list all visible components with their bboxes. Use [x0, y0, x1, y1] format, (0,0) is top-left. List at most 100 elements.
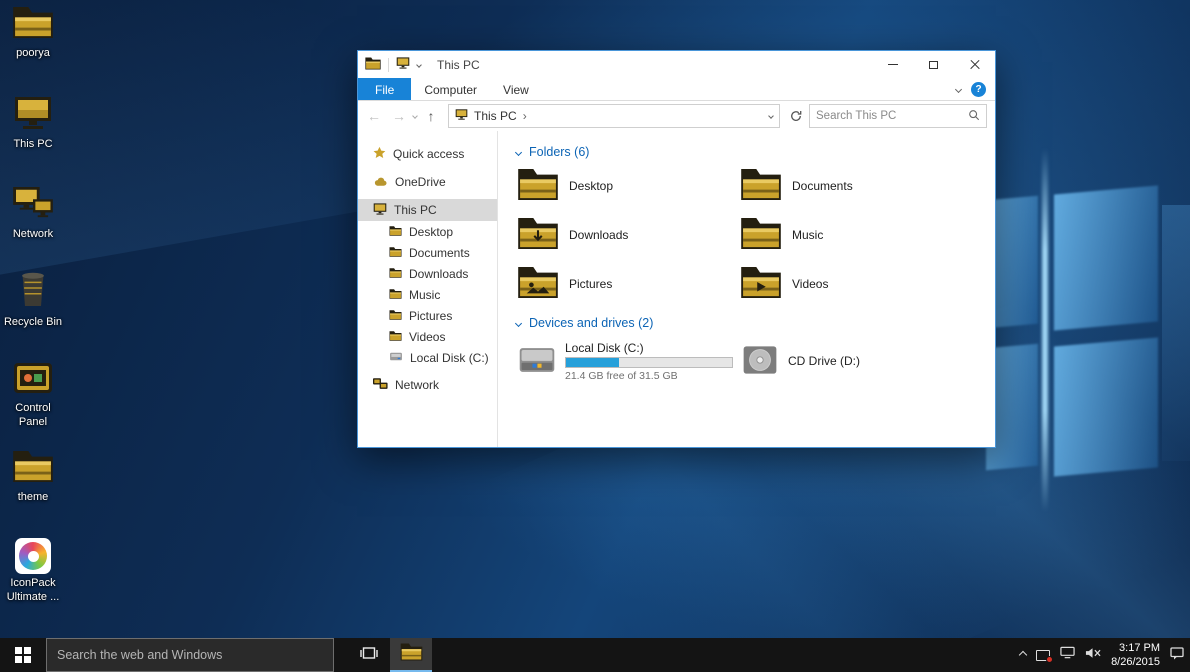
nav-item-music[interactable]: Music [358, 284, 497, 305]
star-icon [373, 146, 386, 162]
drive-tile-local-disk[interactable]: Local Disk (C:) 21.4 GB free of 31.5 GB [514, 339, 737, 383]
nav-item-quick-access[interactable]: Quick access [358, 143, 497, 165]
breadcrumb-chevron[interactable]: › [523, 109, 527, 123]
task-view-button[interactable] [348, 638, 390, 672]
folder-icon [517, 266, 559, 302]
maximize-button[interactable] [913, 51, 954, 78]
nav-item-onedrive[interactable]: OneDrive [358, 171, 497, 193]
folder-tile-music[interactable]: Music [737, 217, 960, 253]
network-icon [12, 186, 54, 225]
address-bar-row: ← → ↑ This PC › [358, 101, 995, 131]
desktop-icon-label: theme [18, 491, 49, 505]
minimize-button[interactable] [872, 51, 913, 78]
nav-label: Quick access [393, 147, 464, 161]
nav-label: Videos [409, 330, 445, 344]
system-tray: 3:17 PM 8/26/2015 [1020, 638, 1190, 672]
address-location[interactable]: This PC [474, 109, 517, 123]
group-header-folders[interactable]: Folders (6) [516, 145, 995, 159]
forward-button[interactable]: → [388, 105, 410, 127]
nav-item-this-pc[interactable]: This PC [358, 199, 497, 221]
desktop-icon-network[interactable]: Network [2, 186, 64, 242]
volume-muted-icon[interactable] [1085, 646, 1101, 664]
folders-grid: Desktop Documents Downloads Music Pictur… [514, 168, 995, 302]
tab-computer[interactable]: Computer [411, 78, 490, 100]
recycle-bin-icon [16, 270, 50, 313]
tab-file[interactable]: File [358, 78, 411, 100]
gold-folder-icon [12, 6, 54, 44]
drive-label: Local Disk (C:) [565, 341, 733, 355]
hidden-icons-chevron-icon[interactable] [1019, 651, 1027, 659]
gold-folder-icon [12, 450, 54, 488]
nav-item-network[interactable]: Network [358, 374, 497, 396]
address-bar[interactable]: This PC › [448, 104, 780, 128]
nav-item-local-disk[interactable]: Local Disk (C:) [358, 347, 497, 368]
qat-computer-icon[interactable] [396, 57, 410, 72]
up-button[interactable]: ↑ [420, 105, 442, 127]
tray-status-icon[interactable] [1036, 650, 1050, 661]
recent-locations-icon[interactable] [412, 113, 418, 119]
tray-network-icon[interactable] [1060, 646, 1075, 664]
taskbar-search-input[interactable] [57, 648, 323, 662]
folder-icon [740, 168, 782, 204]
nav-item-videos[interactable]: Videos [358, 326, 497, 347]
windows-logo-icon [15, 647, 31, 663]
desktop-icon-recycle-bin[interactable]: Recycle Bin [2, 270, 64, 330]
nav-item-desktop[interactable]: Desktop [358, 221, 497, 242]
taskbar-clock[interactable]: 3:17 PM 8/26/2015 [1111, 641, 1160, 670]
folder-icon [740, 217, 782, 253]
address-dropdown-icon[interactable] [769, 114, 773, 118]
folder-tile-documents[interactable]: Documents [737, 168, 960, 204]
title-bar[interactable]: This PC [358, 51, 995, 78]
cloud-icon [373, 175, 388, 190]
drive-tile-cd[interactable]: CD Drive (D:) [737, 339, 960, 383]
desktop-icon-this-pc[interactable]: This PC [2, 96, 64, 152]
explorer-search-box[interactable] [809, 104, 987, 128]
explorer-search-input[interactable] [816, 110, 964, 122]
taskbar-search-box[interactable] [46, 638, 334, 672]
clock-date: 8/26/2015 [1111, 655, 1160, 669]
tile-label: Documents [792, 179, 853, 193]
folder-tile-videos[interactable]: Videos [737, 266, 960, 302]
nav-label: Desktop [409, 225, 453, 239]
tab-view[interactable]: View [490, 78, 542, 100]
nav-label: Documents [409, 246, 470, 260]
help-icon[interactable]: ? [971, 82, 986, 97]
refresh-icon[interactable] [786, 105, 806, 127]
folder-icon [389, 330, 402, 344]
group-title: Folders (6) [529, 145, 589, 159]
wallpaper-light-edge [1042, 148, 1048, 512]
disk-icon [389, 351, 403, 365]
taskbar: 3:17 PM 8/26/2015 [0, 638, 1190, 672]
folder-icon [517, 217, 559, 253]
back-button[interactable]: ← [363, 105, 385, 127]
folder-icon [389, 246, 402, 260]
collapse-group-icon [515, 319, 522, 326]
folder-tile-downloads[interactable]: Downloads [514, 217, 737, 253]
start-button[interactable] [0, 638, 46, 672]
desktop-icon-iconpack[interactable]: IconPack Ultimate ... [2, 538, 64, 605]
task-view-icon [360, 646, 378, 665]
network-icon [373, 378, 388, 393]
group-header-devices[interactable]: Devices and drives (2) [516, 316, 995, 330]
disk-usage-fill [566, 358, 619, 367]
close-button[interactable] [954, 51, 995, 78]
folder-icon [389, 267, 402, 281]
action-center-icon[interactable] [1170, 646, 1184, 665]
separator [388, 58, 389, 72]
desktop-icon-poorya[interactable]: poorya [2, 6, 64, 61]
nav-label: Pictures [409, 309, 452, 323]
folder-tile-pictures[interactable]: Pictures [514, 266, 737, 302]
expand-ribbon-icon[interactable] [955, 85, 962, 92]
taskbar-file-explorer-button[interactable] [390, 638, 432, 672]
desktop-icon-control-panel[interactable]: Control Panel [2, 362, 64, 430]
nav-label: Music [409, 288, 440, 302]
notification-badge [1046, 656, 1053, 663]
group-title: Devices and drives (2) [529, 316, 653, 330]
nav-item-downloads[interactable]: Downloads [358, 263, 497, 284]
nav-label: Network [395, 378, 439, 392]
folder-tile-desktop[interactable]: Desktop [514, 168, 737, 204]
chevron-down-icon[interactable] [416, 62, 422, 68]
desktop-icon-theme[interactable]: theme [2, 450, 64, 505]
nav-item-pictures[interactable]: Pictures [358, 305, 497, 326]
nav-item-documents[interactable]: Documents [358, 242, 497, 263]
